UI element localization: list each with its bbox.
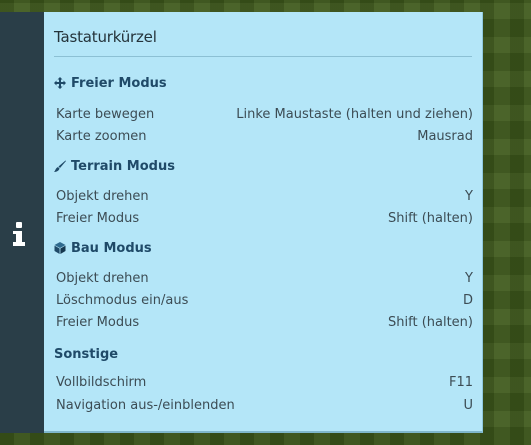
shortcut-key: Y	[465, 188, 473, 204]
move-arrows-icon	[54, 77, 66, 89]
shortcut-label: Löschmodus ein/aus	[56, 292, 189, 308]
shortcut-key: Mausrad	[417, 128, 473, 144]
shortcut-row: Karte bewegen Linke Maustaste (halten un…	[56, 105, 473, 123]
section-title: Terrain Modus	[71, 158, 175, 174]
shortcut-key: Y	[465, 270, 473, 286]
shortcut-label: Vollbildschirm	[56, 374, 147, 390]
shortcut-row: Vollbildschirm F11	[56, 373, 473, 391]
shortcut-label: Karte bewegen	[56, 106, 155, 122]
shortcut-key: F11	[448, 374, 473, 390]
shortcut-row: Objekt drehen Y	[56, 187, 473, 205]
keyboard-shortcuts-panel: Tastaturkürzel Freier Modus Karte bewege…	[44, 12, 483, 433]
section-title: Sonstige	[54, 346, 119, 362]
shortcut-key: U	[463, 397, 473, 413]
section-title: Freier Modus	[71, 75, 167, 91]
shortcut-label: Freier Modus	[56, 210, 140, 226]
shortcut-row: Objekt drehen Y	[56, 269, 473, 287]
shortcut-label: Objekt drehen	[56, 188, 149, 204]
shortcut-row: Karte zoomen Mausrad	[56, 127, 473, 145]
section-misc-heading: Sonstige	[54, 345, 118, 363]
shortcut-row: Navigation aus-/einblenden U	[56, 396, 473, 414]
shortcut-row: Freier Modus Shift (halten)	[56, 313, 473, 331]
info-icon[interactable]	[11, 222, 27, 248]
shortcut-row: Löschmodus ein/aus D	[56, 291, 473, 309]
side-toolbar	[0, 12, 44, 433]
shortcut-key: Linke Maustaste (halten und ziehen)	[236, 106, 473, 122]
cube-icon	[54, 242, 66, 254]
shortcut-key: D	[462, 292, 473, 308]
section-build-mode-heading: Bau Modus	[54, 239, 152, 257]
shortcut-label: Karte zoomen	[56, 128, 147, 144]
section-title: Bau Modus	[71, 240, 152, 256]
panel-title: Tastaturkürzel	[54, 28, 157, 46]
brush-icon	[54, 160, 66, 172]
title-divider	[54, 56, 472, 57]
shortcut-label: Navigation aus-/einblenden	[56, 397, 235, 413]
shortcut-label: Freier Modus	[56, 314, 140, 330]
shortcut-key: Shift (halten)	[388, 314, 473, 330]
section-terrain-mode-heading: Terrain Modus	[54, 157, 175, 175]
shortcut-label: Objekt drehen	[56, 270, 149, 286]
section-free-mode-heading: Freier Modus	[54, 74, 167, 92]
shortcut-row: Freier Modus Shift (halten)	[56, 209, 473, 227]
shortcut-key: Shift (halten)	[388, 210, 473, 226]
